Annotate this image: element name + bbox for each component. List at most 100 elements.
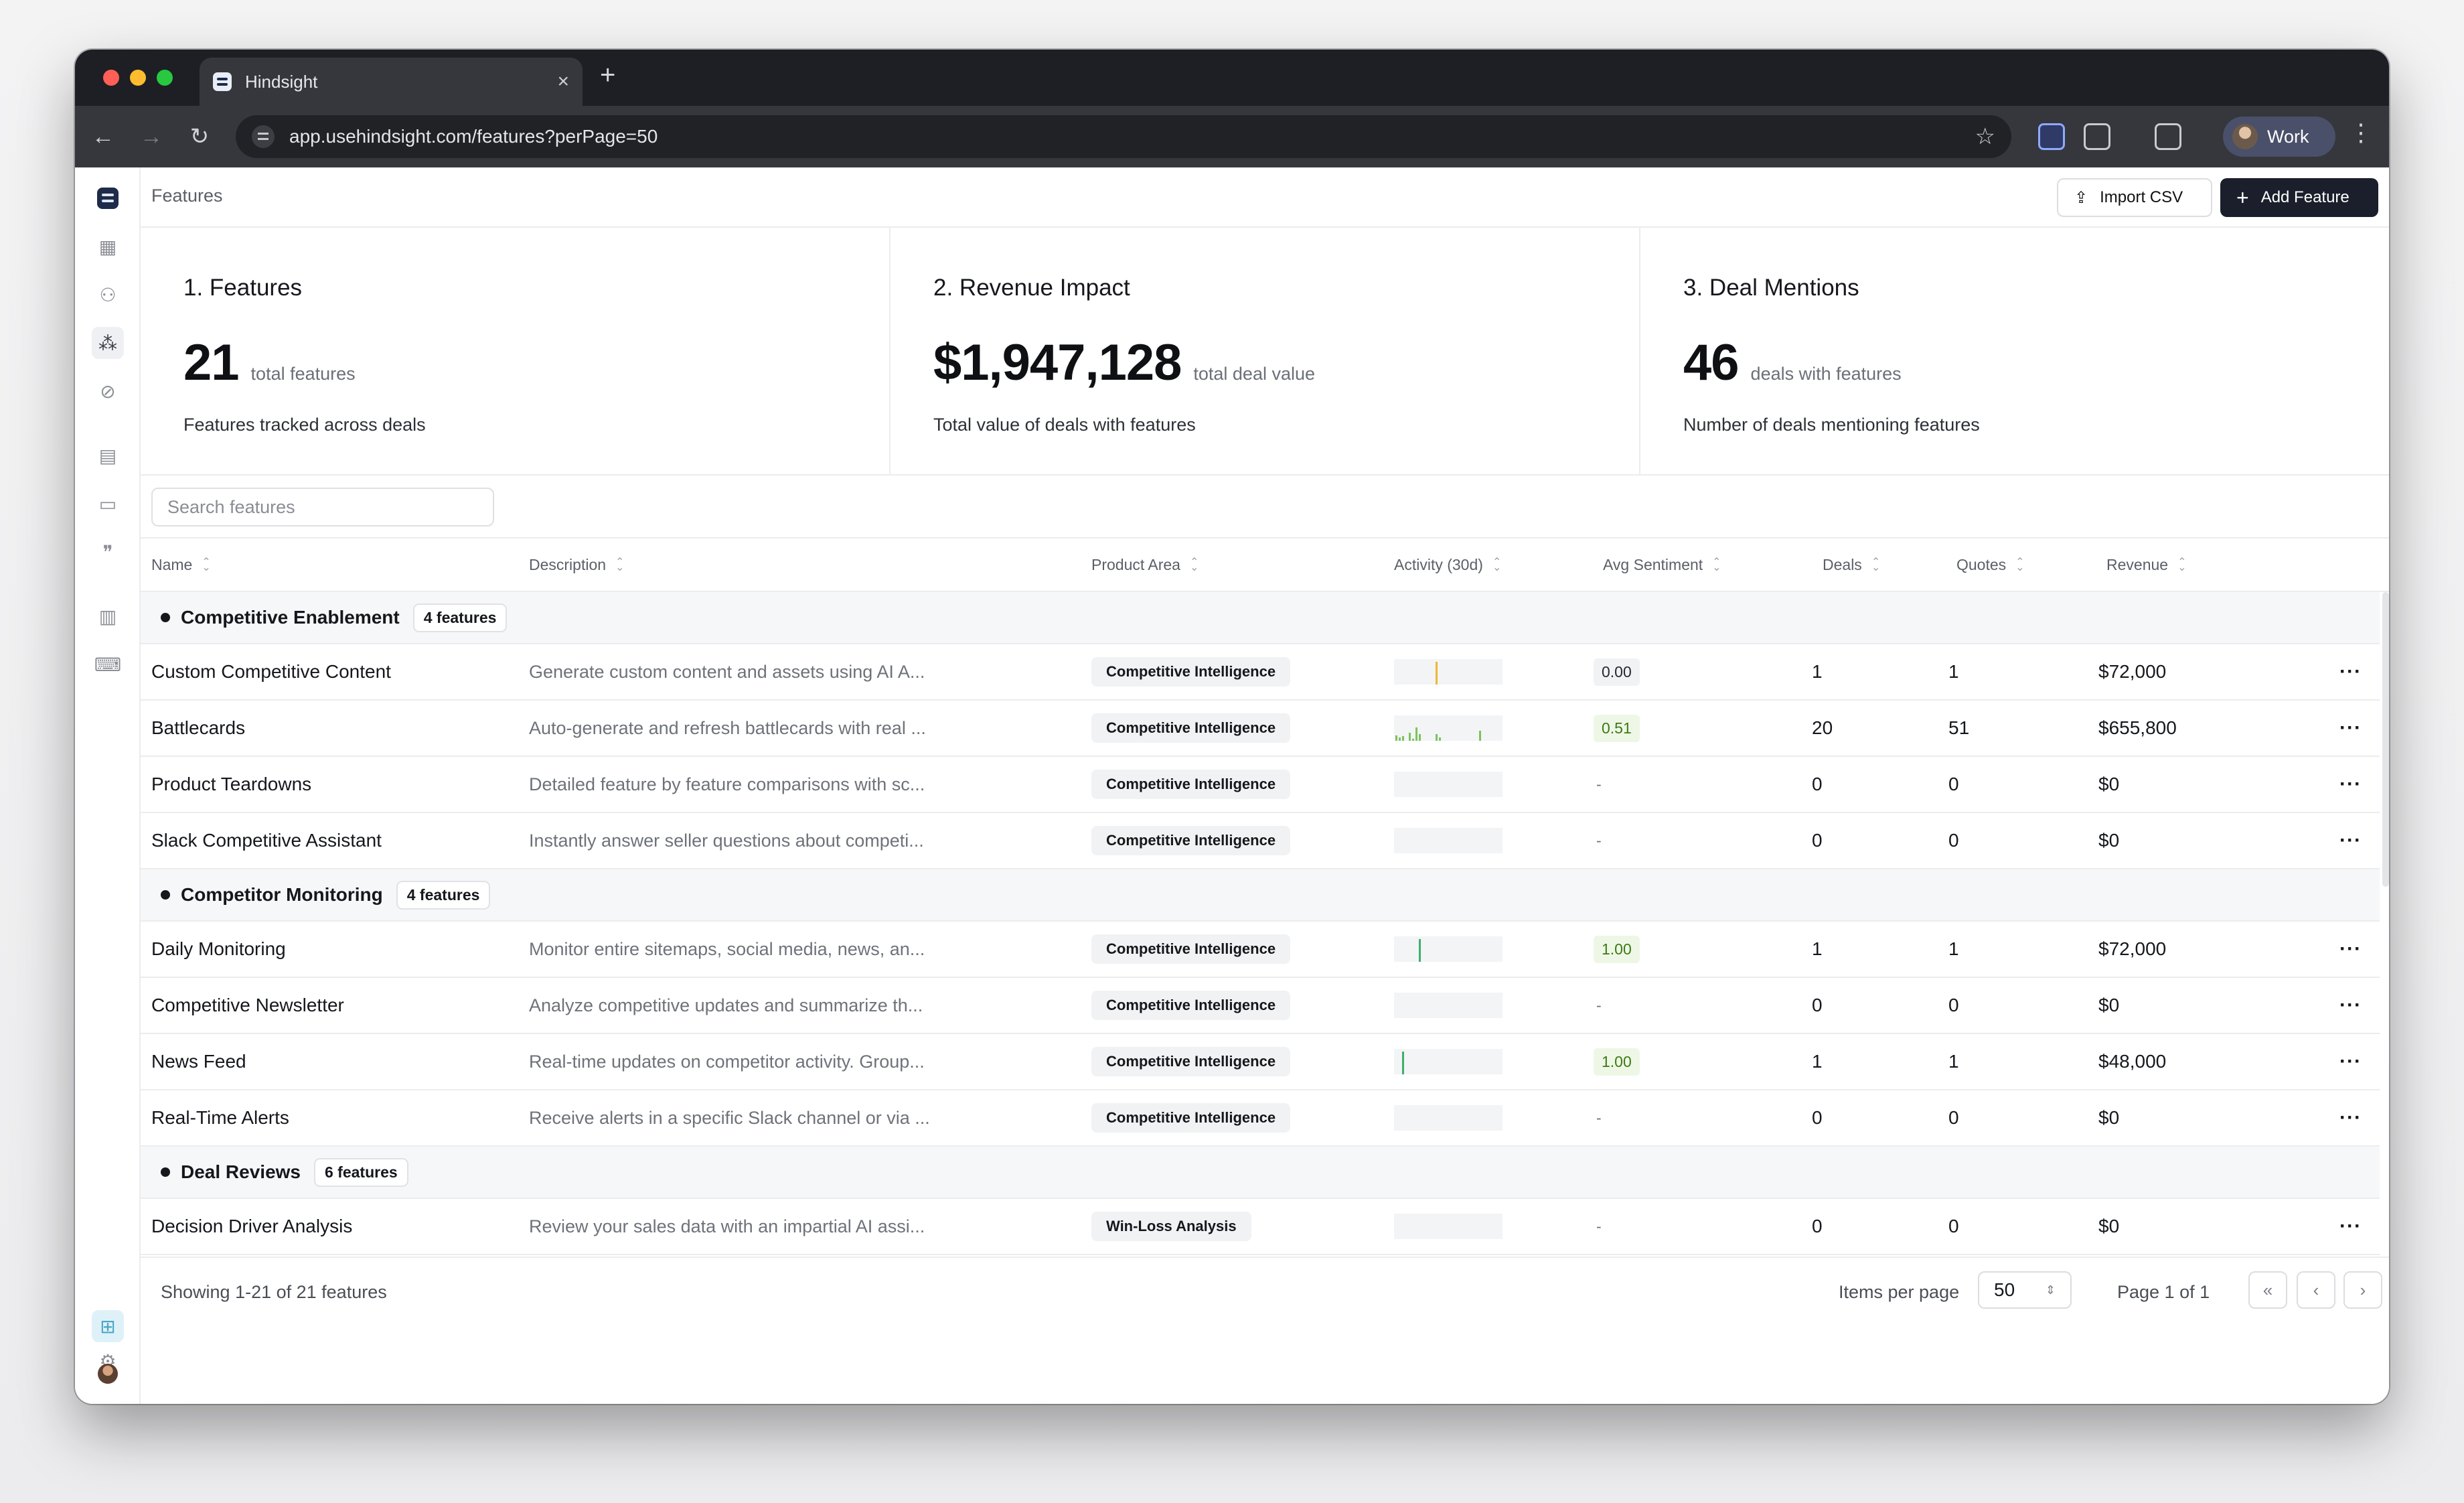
product-area-cell: Competitive Intelligence [1091, 701, 1291, 756]
column-header-activity[interactable]: Activity (30d) ⌃ ⌄ [1394, 556, 1501, 574]
add-feature-button[interactable]: + Add Feature [2220, 178, 2378, 217]
import-csv-button[interactable]: ⇪ Import CSV [2057, 178, 2212, 217]
back-icon[interactable]: ← [88, 122, 118, 151]
table-row[interactable]: Daily Monitoring Monitor entire sitemaps,… [141, 922, 2380, 978]
hindsight-logo-icon[interactable] [97, 188, 119, 209]
quotes-count: 1 [1948, 1051, 1959, 1072]
table-row[interactable]: Product Teardowns Detailed feature by fea… [141, 757, 2380, 813]
reports-icon[interactable]: ▥ [92, 600, 124, 632]
items-per-page-select[interactable]: 50 ⇕ [1978, 1271, 2072, 1309]
sentiment-badge: 1.00 [1594, 1048, 1640, 1076]
browser-menu-icon[interactable]: ⋮ [2349, 121, 2373, 145]
feature-name[interactable]: Slack Competitive Assistant [151, 813, 513, 868]
sentiment-badge: 0.00 [1594, 658, 1640, 686]
table-row[interactable]: Competitive Newsletter Analyze competitiv… [141, 978, 2380, 1034]
row-actions-icon[interactable]: ··· [2339, 1090, 2362, 1145]
users-icon[interactable]: ⚇ [92, 279, 124, 311]
feature-name[interactable]: News Feed [151, 1034, 513, 1089]
feature-name[interactable]: Daily Monitoring [151, 922, 513, 977]
product-area-badge: Competitive Intelligence [1091, 1047, 1291, 1076]
deals-count: 0 [1812, 995, 1823, 1015]
close-window-button[interactable] [103, 70, 119, 86]
column-label: Name [151, 556, 193, 573]
row-actions-icon[interactable]: ··· [2339, 757, 2362, 812]
stat-title: 3. Deal Mentions [1683, 275, 1859, 301]
minimize-window-button[interactable] [130, 70, 146, 86]
competitors-icon[interactable]: ⊘ [92, 375, 124, 407]
sparkline-bar [1439, 737, 1441, 741]
table-row[interactable]: Real-Time Alerts Receive alerts in a spec… [141, 1090, 2380, 1147]
column-header-name[interactable]: Name ⌃ ⌄ [151, 556, 211, 574]
column-header-sentiment[interactable]: Avg Sentiment ⌃ ⌄ [1603, 556, 1721, 574]
search-input[interactable] [151, 488, 494, 526]
stat-description: Number of deals mentioning features [1683, 415, 1980, 435]
column-header-quotes[interactable]: Quotes ⌃ ⌄ [1956, 556, 2025, 574]
group-row[interactable]: Competitive Enablement 4 features [141, 592, 2380, 644]
feature-name[interactable]: Custom Competitive Content [151, 644, 513, 699]
user-avatar[interactable] [98, 1364, 118, 1384]
revenue-value: $48,000 [2098, 1051, 2167, 1072]
tab-close-icon[interactable]: × [557, 72, 569, 92]
sentiment-cell: - [1594, 757, 1604, 812]
site-settings-icon[interactable] [252, 125, 275, 148]
feature-description: Review your sales data with an impartial… [529, 1216, 925, 1236]
feature-name[interactable]: Battlecards [151, 701, 513, 756]
sparkline-bar [1395, 735, 1397, 741]
zoom-window-button[interactable] [157, 70, 173, 86]
row-actions-icon[interactable]: ··· [2339, 701, 2362, 756]
profile-button[interactable]: Work [2223, 117, 2335, 157]
table-row[interactable]: Battlecards Auto-generate and refresh bat… [141, 701, 2380, 757]
forward-icon[interactable]: → [137, 122, 166, 151]
feature-name[interactable]: Decision Driver Analysis [151, 1199, 513, 1254]
first-page-icon[interactable]: « [2248, 1271, 2287, 1309]
chat-icon[interactable]: ▭ [92, 488, 124, 520]
layout-icon[interactable]: ▤ [92, 439, 124, 472]
sentiment-badge: - [1596, 996, 1602, 1014]
quotes-icon[interactable]: ❞ [92, 536, 124, 568]
column-header-deals[interactable]: Deals ⌃ ⌄ [1823, 556, 1880, 574]
table-row[interactable]: Decision Driver Analysis Review your sale… [141, 1199, 2380, 1255]
feature-name[interactable]: Real-Time Alerts [151, 1090, 513, 1145]
sparkline-bar [1402, 736, 1404, 741]
group-row[interactable]: Deal Reviews 6 features [141, 1147, 2380, 1199]
row-actions-icon[interactable]: ··· [2339, 922, 2362, 977]
add-feature-label: Add Feature [2260, 188, 2350, 206]
feature-name[interactable]: Product Teardowns [151, 757, 513, 812]
row-actions-icon[interactable]: ··· [2339, 813, 2362, 868]
extensions-icon[interactable] [2084, 123, 2110, 150]
revenue-value: $655,800 [2098, 717, 2177, 738]
column-header-revenue[interactable]: Revenue ⌃ ⌄ [2106, 556, 2186, 574]
table-scrollbar[interactable] [2382, 592, 2389, 887]
column-header-product-area[interactable]: Product Area ⌃ ⌄ [1091, 556, 1199, 574]
feature-description: Auto-generate and refresh battlecards wi… [529, 717, 926, 738]
feature-name[interactable]: Competitive Newsletter [151, 978, 513, 1033]
row-actions-icon[interactable]: ··· [2339, 644, 2362, 699]
column-header-description[interactable]: Description ⌃ ⌄ [529, 556, 624, 574]
browser-tab[interactable]: Hindsight × [200, 58, 583, 106]
group-name: Deal Reviews [181, 1161, 301, 1182]
pagination-footer: Showing 1-21 of 21 features Items per pa… [141, 1257, 2389, 1326]
next-page-icon[interactable]: › [2343, 1271, 2382, 1309]
dashboard-icon[interactable]: ▦ [92, 230, 124, 263]
messages-icon[interactable]: ⌨ [92, 648, 124, 681]
prev-page-icon[interactable]: ‹ [2297, 1271, 2335, 1309]
table-row[interactable]: News Feed Real-time updates on competitor… [141, 1034, 2380, 1090]
table-row[interactable]: Slack Competitive Assistant Instantly ans… [141, 813, 2380, 869]
side-panel-icon[interactable] [2155, 123, 2181, 150]
address-bar[interactable]: app.usehindsight.com/features?perPage=50… [236, 115, 2011, 158]
row-actions-icon[interactable]: ··· [2339, 978, 2362, 1033]
password-manager-icon[interactable] [2038, 123, 2065, 150]
row-actions-icon[interactable]: ··· [2339, 1199, 2362, 1254]
group-row[interactable]: Competitor Monitoring 4 features [141, 869, 2380, 922]
table-row[interactable]: Custom Competitive Content Generate custo… [141, 644, 2380, 701]
bookmark-star-icon[interactable]: ☆ [1975, 123, 1995, 150]
activity-sparkline [1394, 1105, 1503, 1131]
sort-icon: ⌃ ⌄ [1492, 556, 1502, 573]
features-icon[interactable]: ⁂ [92, 327, 124, 359]
url-text[interactable]: app.usehindsight.com/features?perPage=50 [289, 126, 1975, 147]
new-tab-icon[interactable]: + [600, 62, 615, 88]
row-actions-icon[interactable]: ··· [2339, 1034, 2362, 1089]
reload-icon[interactable]: ↻ [185, 122, 214, 151]
breadcrumb[interactable]: Features [151, 186, 223, 206]
gift-icon[interactable]: ⊞ [92, 1310, 124, 1342]
